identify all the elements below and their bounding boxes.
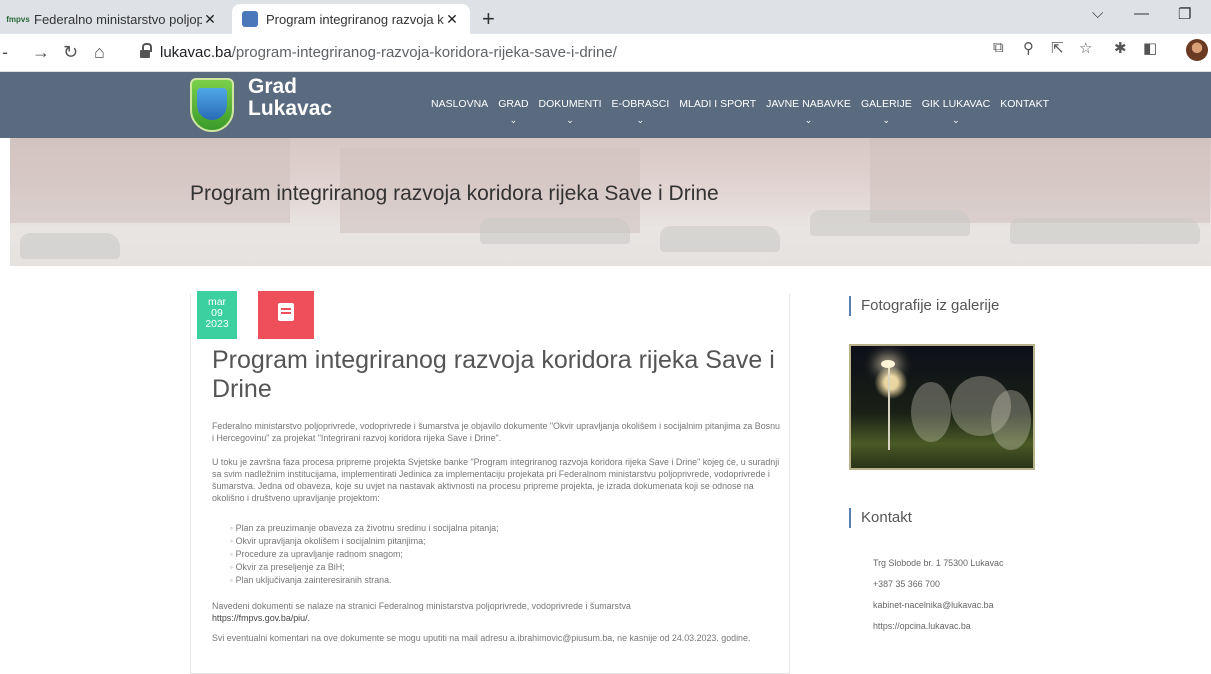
reload-icon[interactable]: ↻ (63, 42, 78, 63)
bookmark-star-icon[interactable]: ☆ (1079, 39, 1092, 57)
close-tab-icon[interactable]: ✕ (202, 11, 218, 28)
new-tab-button[interactable]: + (482, 6, 495, 32)
tab-search-chevron-icon[interactable]: ⌵ (1092, 5, 1103, 22)
site-logo-text[interactable]: Grad Lukavac (248, 76, 332, 120)
hero-banner: Program integriranog razvoja koridora ri… (10, 138, 1211, 266)
translate-icon[interactable]: ⧉ (993, 39, 1004, 56)
nav-naslovna[interactable]: NASLOVNA (426, 98, 493, 110)
nav-javne-nabavke[interactable]: JAVNE NABAVKE ⌄ (761, 98, 856, 125)
list-item: Okvir za preseljenje za BiH; (230, 561, 499, 574)
nav-gik-lukavac[interactable]: GIK LUKAVAC ⌄ (917, 98, 995, 125)
lukavac-coat-of-arms-icon[interactable] (190, 78, 234, 132)
browser-toolbar: - → ↻ ⌂ lukavac.ba/program-integriranog-… (0, 34, 1211, 72)
list-item: Plan za preuzimanje obaveza za životnu s… (230, 522, 499, 535)
post-type-badge[interactable] (258, 291, 314, 339)
gallery-heading: Fotografije iz galerije (849, 296, 999, 316)
hero-title: Program integriranog razvoja koridora ri… (190, 182, 719, 205)
article-paragraph-2: U toku je završna faza procesa pripreme … (212, 457, 780, 503)
list-item: Procedure za upravljanje radnom snagom; (230, 548, 499, 561)
side-panel-icon[interactable]: ◧ (1143, 39, 1157, 57)
forward-icon[interactable]: → (32, 42, 50, 63)
share-icon[interactable]: ⇱ (1051, 39, 1064, 57)
list-item: Plan uključivanja zainteresiranih strana… (230, 574, 499, 587)
tab-title: Federalno ministarstvo poljoprivr (34, 11, 202, 27)
home-icon[interactable]: ⌂ (94, 42, 105, 63)
address-bar[interactable]: lukavac.ba/program-integriranog-razvoja-… (128, 39, 1198, 67)
profile-avatar[interactable] (1186, 39, 1208, 61)
article-paragraph-1: Federalno ministarstvo poljoprivrede, vo… (212, 421, 780, 443)
contact-info: Trg Slobode br. 1 75300 Lukavac +387 35 … (873, 553, 1003, 637)
fmpvs-link[interactable]: https://fmpvs.gov.ba/piu/. (212, 613, 310, 623)
chevron-down-icon: ⌄ (636, 115, 645, 125)
street-lamp-icon (881, 360, 895, 368)
article-paragraph-4: Svi eventualni komentari na ove dokument… (212, 633, 751, 643)
lock-icon[interactable] (140, 43, 152, 58)
logo-line-2: Lukavac (248, 97, 333, 120)
contact-heading: Kontakt (849, 508, 912, 528)
fmpvs-favicon-icon: fmpvs (6, 14, 30, 24)
document-list: Plan za preuzimanje obaveza za životnu s… (230, 522, 499, 587)
chevron-down-icon: ⌄ (566, 115, 574, 125)
url-text[interactable]: lukavac.ba/program-integriranog-razvoja-… (160, 44, 617, 61)
browser-tab-fmpvs[interactable]: fmpvs Federalno ministarstvo poljoprivr … (0, 4, 228, 34)
nav-galerije[interactable]: GALERIJE ⌄ (856, 98, 917, 125)
chevron-down-icon: ⌄ (952, 115, 960, 125)
contact-website[interactable]: https://opcina.lukavac.ba (873, 616, 1003, 637)
article-paragraph-3: Navedeni dokumenti se nalaze na stranici… (212, 600, 782, 624)
list-item: Okvir upravljanja okolišem i socijalnim … (230, 535, 499, 548)
chevron-down-icon: ⌄ (509, 115, 518, 125)
contact-address: Trg Slobode br. 1 75300 Lukavac (873, 558, 1004, 568)
extensions-icon[interactable]: ✱ (1114, 39, 1127, 57)
minimize-icon[interactable]: — (1134, 5, 1149, 22)
date-year: 2023 (205, 318, 229, 330)
url-domain: lukavac.ba (160, 44, 232, 61)
document-icon (278, 303, 294, 321)
site-header: Grad Lukavac NASLOVNA GRAD ⌄ DOKUMENTI ⌄ E… (0, 72, 1211, 138)
chevron-down-icon: ⌄ (882, 115, 891, 125)
back-icon[interactable]: - (2, 42, 8, 63)
logo-line-1: Grad (248, 75, 298, 98)
contact-email[interactable]: kabinet-nacelnika@lukavac.ba (873, 595, 1003, 616)
gallery-photo[interactable] (849, 344, 1035, 470)
paragraph-3-text: Navedeni dokumenti se nalaze na stranici… (212, 601, 631, 611)
contact-phone: +387 35 366 700 (873, 579, 940, 589)
date-badge: mar 09 2023 (197, 291, 237, 339)
nav-grad[interactable]: GRAD ⌄ (493, 98, 533, 125)
tab-title: Program integriranog razvoja ko (266, 11, 444, 27)
chevron-down-icon: ⌄ (804, 115, 813, 125)
nav-e-obrasci[interactable]: E-OBRASCI ⌄ (607, 98, 675, 125)
browser-tab-active[interactable]: Program integriranog razvoja ko ✕ (232, 4, 470, 34)
url-path: /program-integriranog-razvoja-koridora-r… (231, 44, 617, 61)
article-title: Program integriranog razvoja koridora ri… (212, 346, 775, 403)
main-navigation: NASLOVNA GRAD ⌄ DOKUMENTI ⌄ E-OBRASCI ⌄ MLA… (426, 98, 1054, 125)
nav-kontakt[interactable]: KONTAKT (995, 98, 1054, 110)
nav-dokumenti[interactable]: DOKUMENTI ⌄ (534, 98, 607, 125)
zoom-icon[interactable]: ⚲ (1023, 39, 1034, 57)
browser-tab-bar: fmpvs Federalno ministarstvo poljoprivr … (0, 0, 1211, 34)
restore-icon[interactable]: ❐ (1178, 5, 1191, 23)
lukavac-favicon-icon (242, 11, 258, 27)
close-tab-icon[interactable]: ✕ (444, 11, 460, 28)
nav-mladi-i-sport[interactable]: MLADI I SPORT (674, 98, 761, 110)
